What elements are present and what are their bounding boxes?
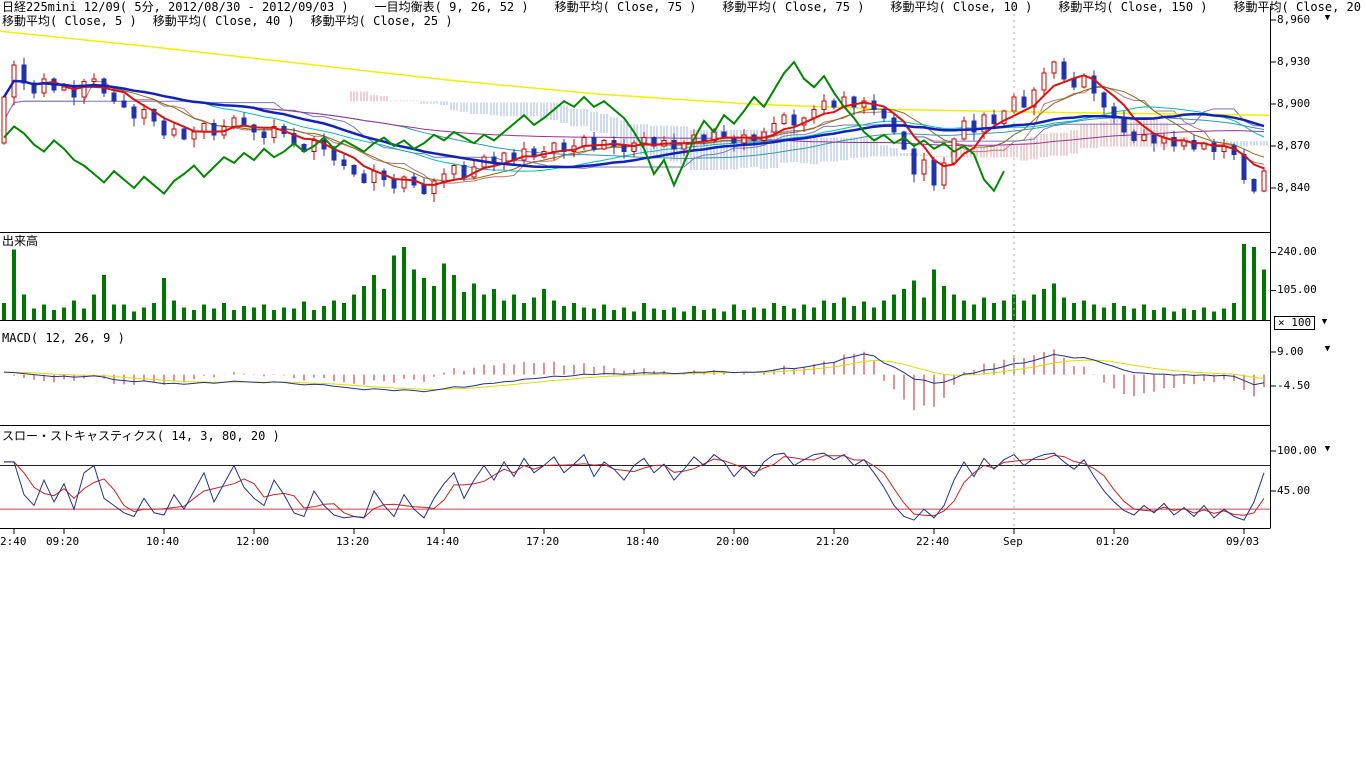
time-axis-label: 2:40 [0,536,27,548]
price-axis-label: 8,900 [1277,98,1310,110]
macd-pane-scroll-arrow-icon[interactable]: ▼ [1321,344,1334,355]
indicator-label: 移動平均( Close, 75 ) [723,1,865,14]
chart-application-window: 日経225mini 12/09( 5分, 2012/08/30 - 2012/0… [0,0,1366,768]
indicator-label: 移動平均( Close, 10 ) [890,1,1032,14]
time-axis-label: 09/03 [1226,536,1259,548]
indicator-label: 日経225mini 12/09( 5分, 2012/08/30 - 2012/0… [2,1,349,14]
indicator-header-row-2: 移動平均( Close, 5 ) 移動平均( Close, 40 ) 移動平均( C… [2,15,453,28]
volume-axis-label: 240.00 [1277,246,1317,258]
time-axis-label: Sep [1003,536,1023,548]
indicator-label: 移動平均( Close, 75 ) [555,1,697,14]
price-pane-scroll-arrow-icon[interactable]: ▼ [1321,13,1334,24]
indicator-label: 移動平均( Close, 25 ) [311,15,453,28]
volume-pane-scroll-arrow-icon[interactable]: ▼ [1318,317,1331,328]
indicator-header-row-1: 日経225mini 12/09( 5分, 2012/08/30 - 2012/0… [2,1,1366,14]
time-axis-label: 01:20 [1096,536,1129,548]
indicator-label: 一目均衡表( 9, 26, 52 ) [375,1,529,14]
stoch-axis-label: 100.00 [1277,445,1317,457]
macd-axis-label: 9.00 [1277,346,1304,358]
stoch-axis-label: 45.00 [1277,485,1310,497]
macd-axis-label: -4.50 [1277,380,1310,392]
time-axis-label: 18:40 [626,536,659,548]
stoch-pane-scroll-arrow-icon[interactable]: ▼ [1321,444,1334,455]
time-axis-label: 14:40 [426,536,459,548]
time-axis-label: 22:40 [916,536,949,548]
volume-multiplier-box: × 100 [1274,316,1315,330]
price-axis-label: 8,960 [1277,14,1310,26]
time-axis-label: 17:20 [526,536,559,548]
stoch-pane-label: スロー・ストキャスティクス( 14, 3, 80, 20 ) [2,430,280,443]
time-axis-label: 20:00 [716,536,749,548]
indicator-label: 移動平均( Close, 5 ) [2,15,137,28]
time-axis-label: 12:00 [236,536,269,548]
price-axis-label: 8,840 [1277,182,1310,194]
volume-axis-label: 105.00 [1277,284,1317,296]
price-axis-label: 8,930 [1277,56,1310,68]
volume-pane-label: 出来高 [2,235,38,248]
time-axis-label: 21:20 [816,536,849,548]
time-axis-label: 10:40 [146,536,179,548]
time-axis-label: 09:20 [46,536,79,548]
time-axis-label: 13:20 [336,536,369,548]
indicator-label: 移動平均( Close, 150 ) [1058,1,1207,14]
macd-pane-label: MACD( 12, 26, 9 ) [2,332,125,345]
price-axis-label: 8,870 [1277,140,1310,152]
indicator-label: 移動平均( Close, 40 ) [153,15,295,28]
chart-canvas[interactable] [0,0,1366,560]
